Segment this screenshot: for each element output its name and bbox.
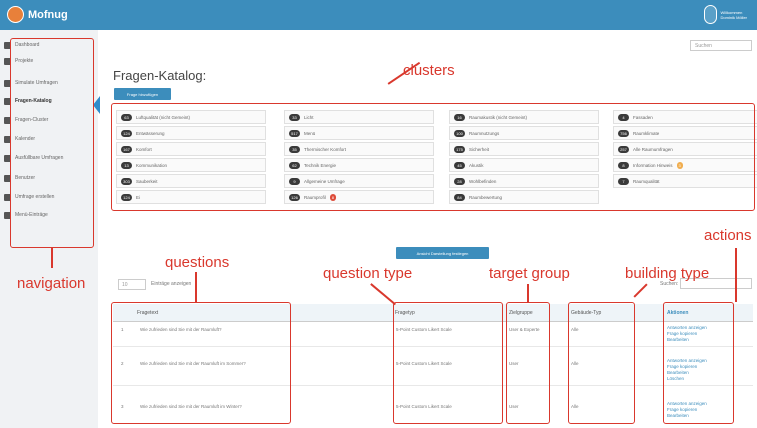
- user-menu[interactable]: Willkommen Dominik Möller: [703, 5, 747, 24]
- building-type-pointer-line: [633, 283, 648, 298]
- page-title: Fragen-Katalog:: [113, 68, 207, 83]
- question-type-label: question type: [323, 265, 413, 282]
- questions-highlight: [111, 302, 291, 424]
- questions-label: questions: [165, 254, 230, 271]
- navigation-highlight: [10, 38, 94, 248]
- user-name: Dominik Möller: [720, 14, 747, 20]
- brand[interactable]: Mofnug: [7, 6, 68, 23]
- question-type-highlight: [393, 302, 503, 424]
- logo-icon: [7, 6, 24, 23]
- entries-select[interactable]: 10: [118, 279, 146, 290]
- app-title: Mofnug: [28, 8, 68, 21]
- entries-label: Einträge anzeigen: [151, 281, 192, 287]
- active-indicator: [93, 96, 100, 114]
- clusters-highlight: [111, 103, 755, 211]
- app-header: Mofnug Willkommen Dominik Möller: [0, 0, 757, 30]
- target-group-highlight: [506, 302, 550, 424]
- target-group-pointer-line: [527, 284, 529, 302]
- search-input[interactable]: Suchen: [690, 40, 752, 51]
- actions-highlight: [663, 302, 734, 424]
- list-toggle-button[interactable]: Ansicht Darstellung festlegen: [396, 247, 489, 259]
- avatar: [703, 5, 717, 24]
- target-group-label: target group: [489, 265, 570, 282]
- building-type-highlight: [568, 302, 635, 424]
- navigation-pointer-line: [51, 248, 53, 268]
- add-question-button[interactable]: Frage hinzufügen: [114, 88, 171, 100]
- actions-label: actions: [704, 227, 752, 244]
- clusters-label: clusters: [403, 62, 455, 79]
- questions-pointer-line: [195, 272, 197, 302]
- navigation-label: navigation: [17, 275, 86, 292]
- actions-pointer-line: [735, 248, 737, 302]
- building-type-label: building type: [625, 265, 710, 282]
- question-type-pointer-line: [370, 283, 396, 305]
